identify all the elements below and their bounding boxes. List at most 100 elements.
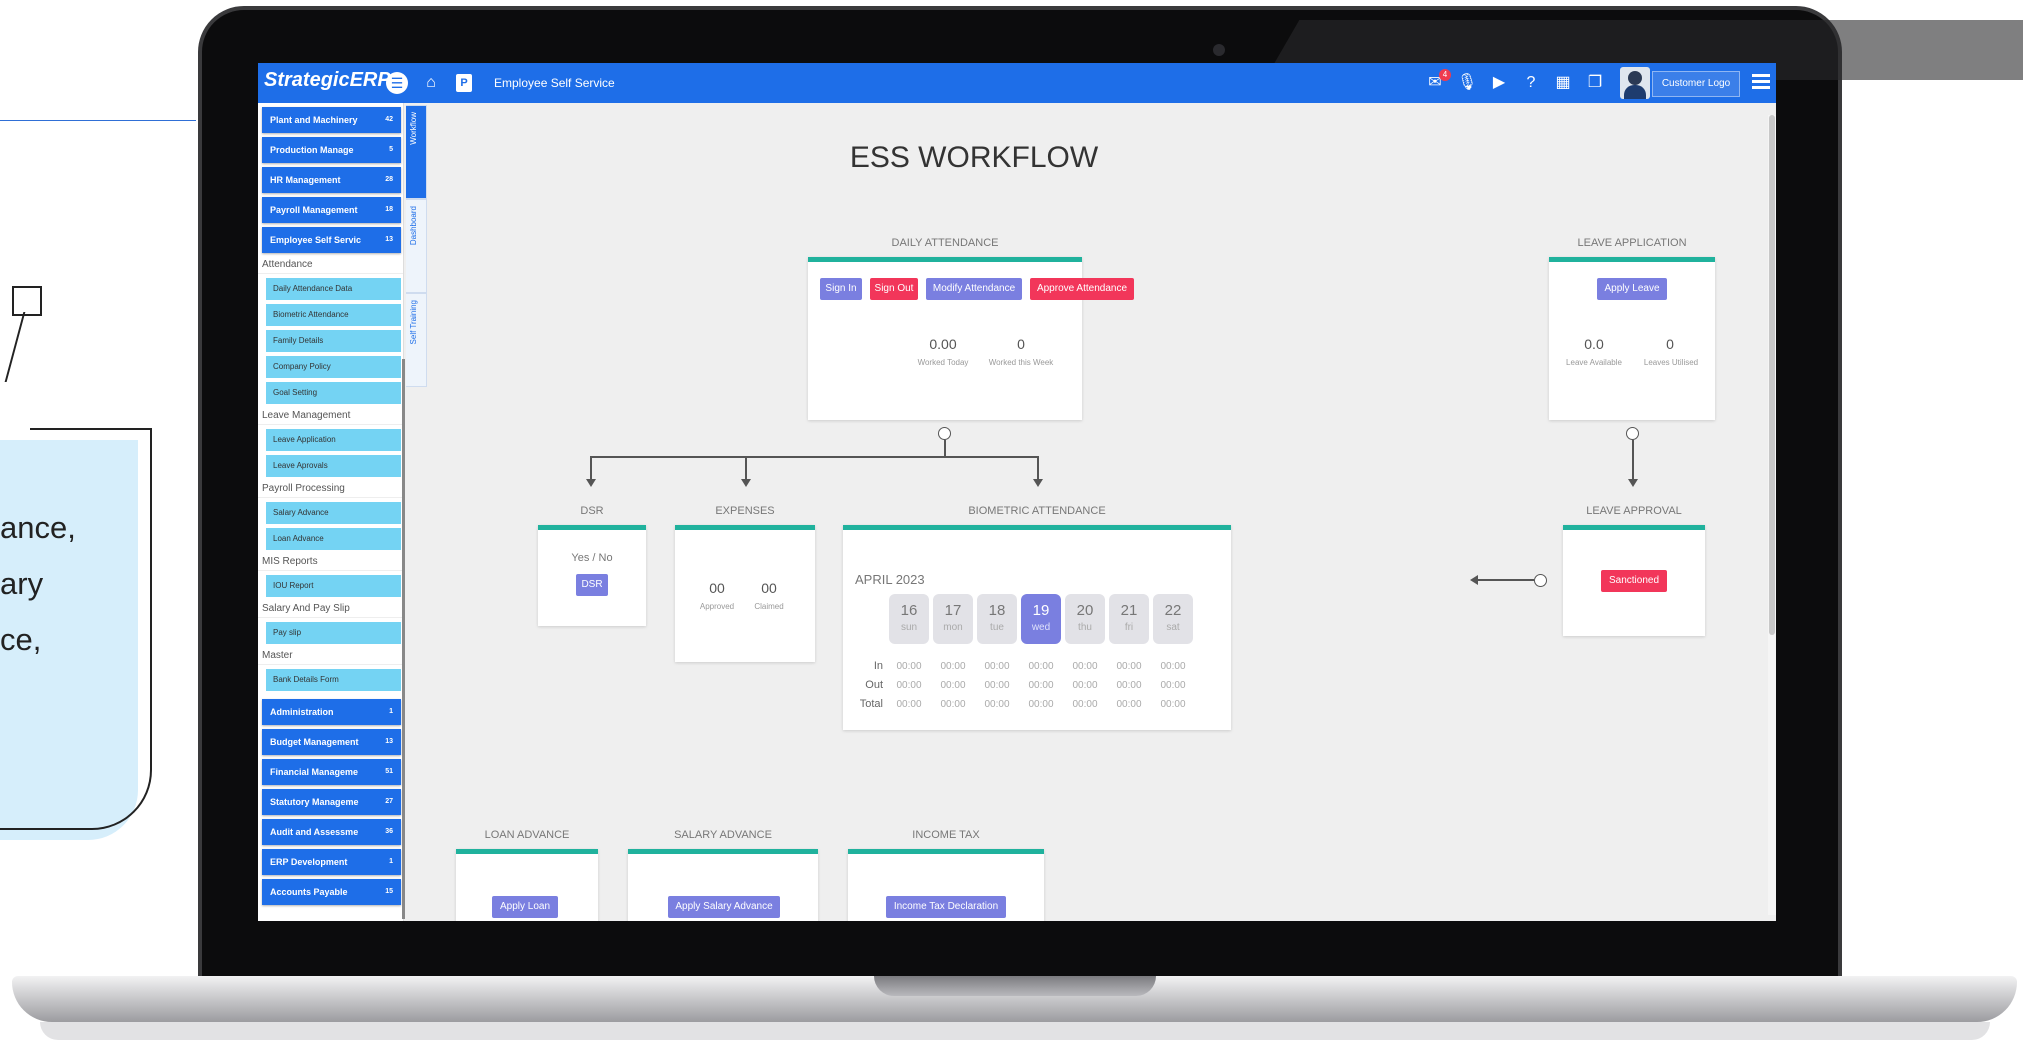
leaves-utilised-value: 0 <box>1666 336 1674 352</box>
apply-salary-advance-button[interactable]: Apply Salary Advance <box>668 896 780 918</box>
sidebar-module[interactable]: Audit and Assessme 36 <box>262 819 401 845</box>
menu-icon[interactable]: ☰ <box>386 72 408 94</box>
calendar-day[interactable]: 20 thu <box>1065 594 1105 644</box>
approve-attendance-button[interactable]: Approve Attendance <box>1030 278 1134 300</box>
salary-advance-label: SALARY ADVANCE <box>674 829 772 841</box>
time-row-label: In <box>873 660 883 672</box>
time-value: 00:00 <box>896 699 922 710</box>
sidebar-subitem[interactable]: Leave Application <box>266 429 401 451</box>
sidebar-module[interactable]: Statutory Manageme 27 <box>262 789 401 815</box>
sidebar-module[interactable]: ERP Development 1 <box>262 849 401 875</box>
sidebar-subitem[interactable]: Family Details <box>266 330 401 352</box>
calendar-day[interactable]: 19 wed <box>1021 594 1061 644</box>
calendar-day[interactable]: 17 mon <box>933 594 973 644</box>
main-scrollbar[interactable] <box>1768 115 1776 915</box>
sidebar-module-label: Financial Manageme <box>270 767 359 777</box>
grid-menu-icon[interactable] <box>1752 73 1770 91</box>
sidebar-module[interactable]: Financial Manageme 51 <box>262 759 401 785</box>
income-tax-declaration-button[interactable]: Income Tax Declaration <box>886 896 1006 918</box>
mic-icon[interactable]: 🎙 <box>1456 72 1478 94</box>
sidebar-module-count: 13 <box>385 236 393 243</box>
calendar-month: APRIL 2023 <box>855 572 925 587</box>
calendar-day[interactable]: 22 sat <box>1153 594 1193 644</box>
top-bar: StrategicERP ☰ ⌂ P Employee Self Service… <box>258 63 1776 103</box>
copy-icon[interactable]: ❐ <box>1584 72 1606 94</box>
leave-application-card: Apply Leave 0.0 Leave Available 0 Leaves… <box>1549 257 1715 420</box>
sign-in-button[interactable]: Sign In <box>820 278 862 300</box>
help-icon[interactable]: ? <box>1520 72 1542 94</box>
sidebar-subitem[interactable]: Biometric Attendance <box>266 304 401 326</box>
sidebar-scrollbar[interactable] <box>402 359 405 919</box>
apply-loan-button[interactable]: Apply Loan <box>492 896 558 918</box>
sidebar-module-count: 36 <box>385 828 393 835</box>
connector-node <box>938 427 951 440</box>
sidebar-subitem[interactable]: Leave Aprovals <box>266 455 401 477</box>
video-icon[interactable]: ▶ <box>1488 72 1510 94</box>
sidebar-subitem[interactable]: Loan Advance <box>266 528 401 550</box>
sidebar-subitem[interactable]: Company Policy <box>266 356 401 378</box>
time-value: 00:00 <box>896 661 922 672</box>
sidebar-module[interactable]: Budget Management 13 <box>262 729 401 755</box>
sidebar-subitem[interactable]: Bank Details Form <box>266 669 401 691</box>
income-tax-label: INCOME TAX <box>912 829 980 841</box>
sidebar-module-count: 51 <box>385 768 393 775</box>
sidebar-module[interactable]: Employee Self Servic 13 <box>262 227 401 253</box>
connector-line <box>1037 456 1039 480</box>
sanctioned-button[interactable]: Sanctioned <box>1601 570 1667 592</box>
income-tax-card: Income Tax Declaration <box>848 849 1044 921</box>
sidebar-module-label: Statutory Manageme <box>270 797 359 807</box>
daily-attendance-card: Sign In Sign Out Modify Attendance Appro… <box>808 257 1134 420</box>
leave-application-label: LEAVE APPLICATION <box>1577 237 1687 249</box>
sidebar-module[interactable]: Administration 1 <box>262 699 401 725</box>
worked-week-value: 0 <box>1017 336 1025 352</box>
sidebar-section-title: Payroll Processing <box>258 477 403 498</box>
sidebar-subitem[interactable]: Pay slip <box>266 622 401 644</box>
time-value: 00:00 <box>1160 661 1186 672</box>
sidebar-module-count: 1 <box>389 708 393 715</box>
arrow-down-icon <box>1033 479 1043 487</box>
calendar-day-weekday: mon <box>943 622 963 633</box>
expenses-approved-value: 00 <box>709 580 725 596</box>
sidebar-module-label: Payroll Management <box>270 205 358 215</box>
sidebar-module-label: Administration <box>270 707 334 717</box>
sidebar-module[interactable]: Accounts Payable 15 <box>262 879 401 905</box>
sidebar-module[interactable]: Payroll Management 18 <box>262 197 401 223</box>
sidebar-module[interactable]: Production Manage 5 <box>262 137 401 163</box>
page-title: ESS WORKFLOW <box>849 141 1099 174</box>
leave-available-value: 0.0 <box>1584 336 1604 352</box>
modify-attendance-button[interactable]: Modify Attendance <box>926 278 1022 300</box>
home-icon[interactable]: ⌂ <box>420 72 442 94</box>
calendar-day-weekday: wed <box>1031 622 1051 633</box>
sign-out-button[interactable]: Sign Out <box>870 278 918 300</box>
daily-attendance-label: DAILY ATTENDANCE <box>891 237 999 249</box>
sidebar-subitem[interactable]: Salary Advance <box>266 502 401 524</box>
calendar-day-weekday: sun <box>900 622 918 633</box>
sidebar-module[interactable]: HR Management 28 <box>262 167 401 193</box>
expenses-claimed-caption: Claimed <box>754 602 784 611</box>
tab-self-training[interactable]: Self Training <box>406 293 427 387</box>
brand-logo[interactable]: StrategicERP <box>264 69 391 92</box>
p-badge[interactable]: P <box>456 74 472 92</box>
tab-dashboard[interactable]: Dashboard <box>406 199 427 293</box>
sidebar-subitem[interactable]: Goal Setting <box>266 382 401 404</box>
time-value: 00:00 <box>1072 661 1098 672</box>
arrow-down-icon <box>586 479 596 487</box>
calendar-day[interactable]: 16 sun <box>889 594 929 644</box>
calendar-day-number: 22 <box>1164 602 1182 619</box>
calendar-day[interactable]: 18 tue <box>977 594 1017 644</box>
sidebar-subitem[interactable]: Daily Attendance Data <box>266 278 401 300</box>
callout-text: ance, ary ce, <box>0 510 76 657</box>
decorative-line <box>0 120 196 121</box>
sidebar-module[interactable]: Plant and Machinery 42 <box>262 107 401 133</box>
tab-workflow[interactable]: Workflow <box>406 105 427 199</box>
scroll-thumb[interactable] <box>1769 115 1775 635</box>
calendar-day-weekday: thu <box>1078 622 1092 633</box>
dsr-button[interactable]: DSR <box>576 574 608 596</box>
calendar-day[interactable]: 21 fri <box>1109 594 1149 644</box>
time-value: 00:00 <box>1116 680 1142 691</box>
sidebar-subitem[interactable]: IOU Report <box>266 575 401 597</box>
calculator-icon[interactable]: ▦ <box>1552 72 1574 94</box>
customer-logo[interactable]: Customer Logo <box>1652 71 1740 97</box>
apply-leave-button[interactable]: Apply Leave <box>1597 278 1667 300</box>
avatar[interactable] <box>1620 67 1650 99</box>
